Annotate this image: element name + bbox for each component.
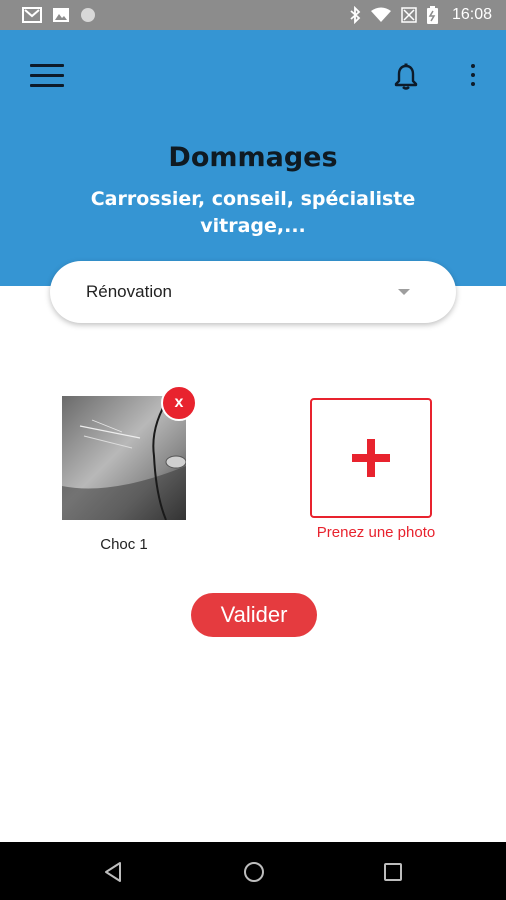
validate-button[interactable]: Valider: [191, 593, 317, 637]
no-signal-icon: [401, 7, 417, 23]
status-bar-notifications: [22, 7, 96, 23]
add-photo-button[interactable]: [310, 398, 432, 518]
menu-icon-line: [30, 74, 64, 77]
menu-icon-line: [30, 84, 64, 87]
remove-photo-button[interactable]: x: [161, 385, 197, 421]
navigation-bar: [0, 842, 506, 900]
dropdown-selected-value: Rénovation: [86, 282, 173, 301]
recents-button[interactable]: [380, 859, 406, 885]
image-icon: [53, 8, 69, 22]
gmail-icon: [22, 7, 42, 23]
bell-icon: [394, 63, 418, 90]
page-subtitle: Carrossier, conseil, spécialiste vitrage…: [90, 188, 416, 237]
more-icon-dot: [471, 64, 475, 68]
plus-icon: [352, 439, 390, 477]
more-icon-dot: [471, 73, 475, 77]
menu-icon-line: [30, 64, 64, 67]
wifi-icon: [370, 7, 391, 22]
status-bar-system: 16:08: [349, 6, 492, 24]
more-icon-dot: [471, 82, 475, 86]
status-time: 16:08: [451, 6, 492, 23]
circle-icon: [81, 8, 95, 22]
add-photo-label[interactable]: Prenez une photo: [296, 524, 456, 541]
bluetooth-icon: [350, 6, 361, 24]
notifications-button[interactable]: [393, 63, 419, 91]
status-bar: 16:08: [0, 0, 506, 30]
recents-icon: [384, 863, 402, 881]
more-options-button[interactable]: [465, 64, 481, 92]
category-dropdown[interactable]: Rénovation: [50, 261, 456, 323]
back-button[interactable]: [100, 859, 126, 885]
photo-label: Choc 1: [100, 536, 148, 553]
header: Dommages Carrossier, conseil, spécialist…: [0, 30, 506, 286]
battery-icon: [426, 6, 438, 24]
back-icon: [105, 862, 121, 882]
home-button[interactable]: [241, 859, 267, 885]
home-icon: [244, 862, 264, 882]
menu-button[interactable]: [30, 64, 64, 92]
page-title: Dommages: [168, 142, 338, 173]
chevron-down-icon: [398, 289, 410, 295]
